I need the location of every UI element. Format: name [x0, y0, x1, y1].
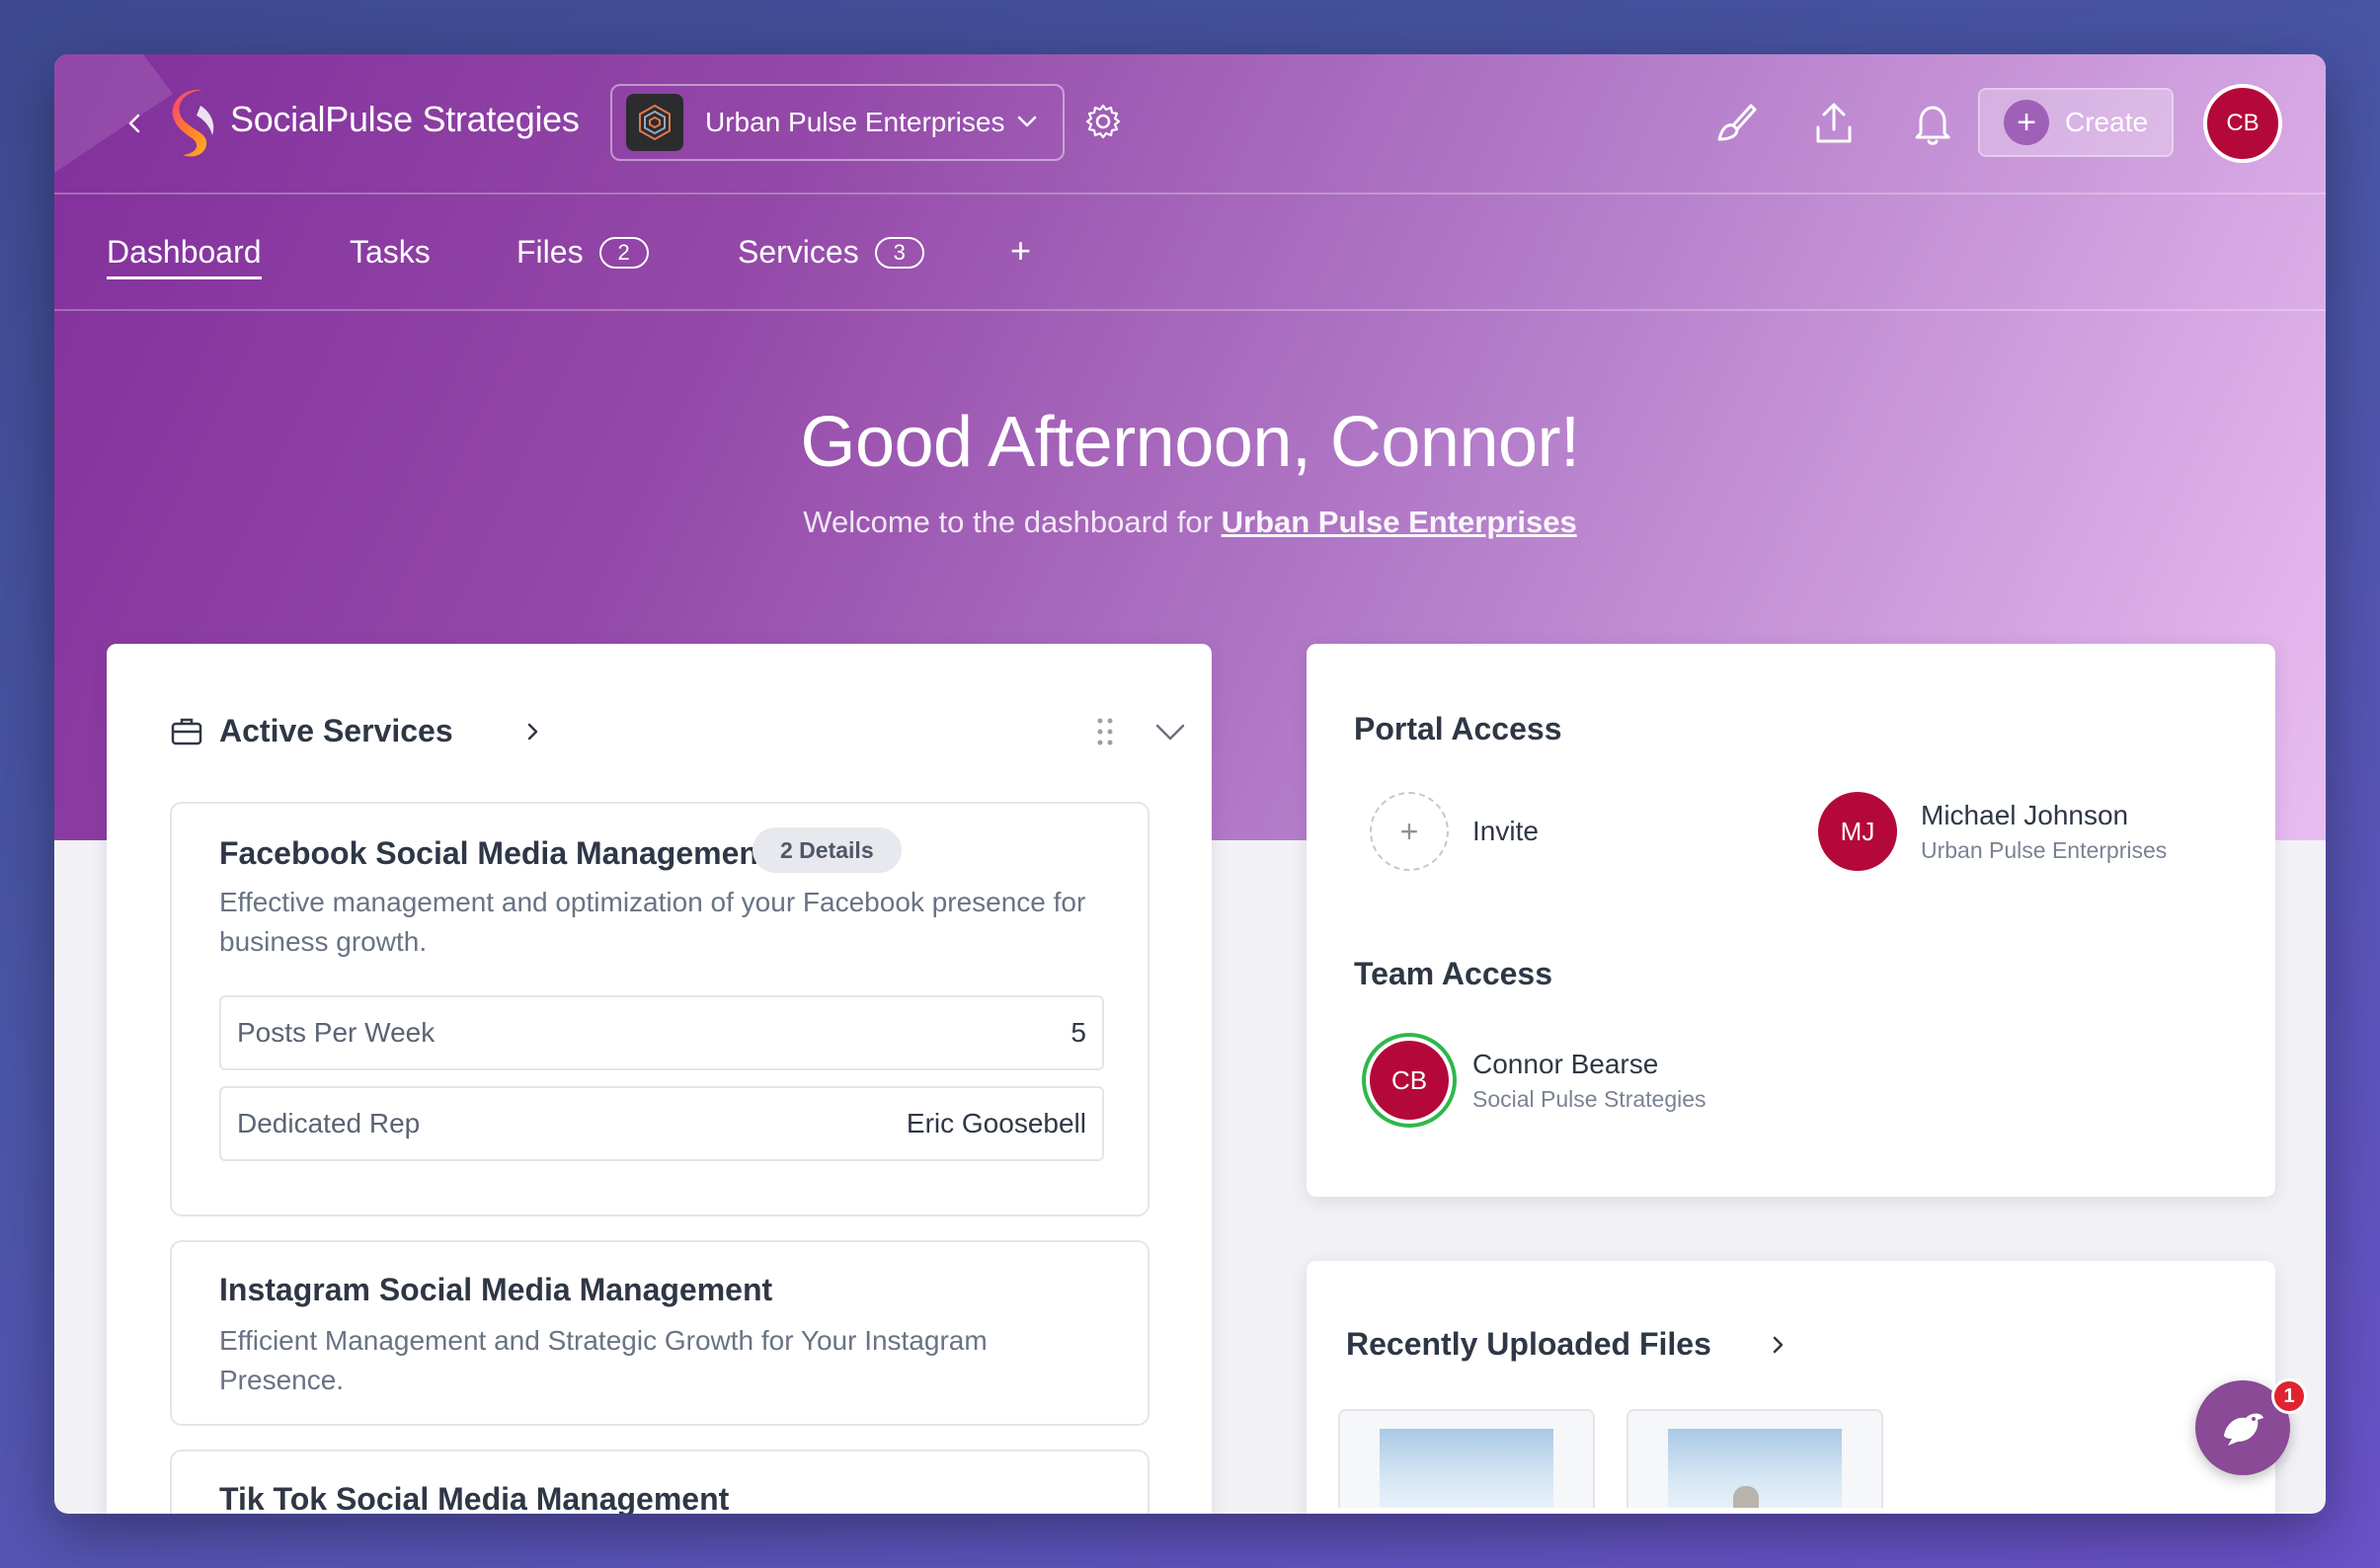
tab-label: Services: [738, 234, 859, 270]
chevron-down-icon: [1017, 116, 1037, 127]
bird-icon: [2224, 1413, 2263, 1446]
count-badge: 2: [598, 236, 649, 269]
service-description: Efficient Management and Strategic Growt…: [219, 1325, 988, 1395]
online-ring: CB: [1362, 1033, 1457, 1128]
paintbrush-icon: [1717, 104, 1757, 141]
detail-label: Dedicated Rep: [237, 1108, 421, 1138]
add-tab-button[interactable]: +: [1010, 230, 1031, 272]
recent-files-card: Recently Uploaded Files: [1307, 1261, 2275, 1514]
app-window: SocialPulse Strategies Urban Pulse Enter…: [54, 54, 2326, 1514]
cloud-sky-image: [1380, 1429, 1553, 1508]
bell-icon: [1915, 106, 1950, 145]
brush-button[interactable]: [1707, 96, 1763, 151]
figure-shape: [1733, 1486, 1759, 1508]
service-description: Effective management and optimization of…: [219, 887, 1086, 957]
chat-badge: 1: [2271, 1378, 2307, 1414]
create-button[interactable]: + Create: [1978, 88, 2174, 157]
upload-button[interactable]: [1806, 96, 1862, 151]
recent-files-title[interactable]: Recently Uploaded Files: [1346, 1326, 1711, 1363]
portal-access-card: Portal Access + Invite MJ Michael Johnso…: [1307, 644, 2275, 1197]
invite-label: Invite: [1472, 816, 1539, 846]
member-name: Connor Bearse: [1472, 1048, 1659, 1079]
gear-icon: [1085, 104, 1121, 139]
portal-access-title: Portal Access: [1354, 711, 1562, 746]
active-services-card: Active Services Facebook Social Media Ma…: [107, 644, 1212, 1514]
plus-icon: +: [1370, 792, 1449, 871]
tab-files[interactable]: Files 2: [516, 234, 649, 271]
tab-label: Tasks: [350, 234, 431, 270]
portal-member[interactable]: MJ Michael Johnson Urban Pulse Enterpris…: [1818, 792, 2167, 871]
briefcase-icon: [171, 718, 202, 745]
plus-icon: +: [2004, 100, 2049, 145]
top-bar: SocialPulse Strategies Urban Pulse Enter…: [54, 54, 2326, 195]
tab-label: Dashboard: [107, 234, 262, 270]
team-access-title: Team Access: [1354, 956, 1553, 991]
chevron-down-icon[interactable]: [1153, 717, 1187, 746]
back-button[interactable]: [114, 102, 157, 145]
file-thumbnail[interactable]: [1626, 1409, 1883, 1508]
service-name: Tik Tok Social Media Management: [219, 1481, 730, 1514]
tab-services[interactable]: Services 3: [738, 234, 924, 271]
service-name: Instagram Social Media Management: [219, 1272, 773, 1307]
user-avatar[interactable]: CB: [2203, 84, 2282, 163]
notifications-button[interactable]: [1905, 96, 1960, 151]
service-card[interactable]: Tik Tok Social Media Management: [170, 1450, 1150, 1514]
avatar: CB: [1370, 1041, 1449, 1120]
brand-name: SocialPulse Strategies: [230, 99, 580, 139]
tab-label: Files: [516, 234, 584, 270]
detail-row: Dedicated Rep Eric Goosebell: [219, 1086, 1104, 1161]
cloud-sky-image: [1668, 1429, 1842, 1508]
active-services-title[interactable]: Active Services: [219, 713, 453, 749]
service-card[interactable]: Instagram Social Media Management Effici…: [170, 1240, 1150, 1426]
greeting-title: Good Afternoon, Connor!: [800, 403, 1580, 482]
member-org: Social Pulse Strategies: [1472, 1085, 1706, 1112]
welcome-text: Welcome to the dashboard for Urban Pulse…: [54, 505, 2326, 540]
create-label: Create: [2065, 107, 2149, 137]
detail-value: Eric Goosebell: [906, 1108, 1086, 1138]
brand-logo: [172, 89, 214, 157]
member-name: Michael Johnson: [1921, 799, 2129, 830]
workspace-link[interactable]: Urban Pulse Enterprises: [1222, 505, 1577, 539]
member-org: Urban Pulse Enterprises: [1921, 836, 2168, 863]
chevron-left-icon: [128, 114, 140, 133]
detail-value: 5: [1071, 1017, 1086, 1048]
invite-button[interactable]: + Invite: [1370, 792, 1539, 871]
detail-row: Posts Per Week 5: [219, 995, 1104, 1070]
main-nav: Dashboard Tasks Files 2 Services 3 +: [54, 195, 2326, 311]
details-pill[interactable]: 2 Details: [753, 827, 902, 873]
tab-dashboard[interactable]: Dashboard: [107, 234, 262, 279]
hexagon-logo-icon: [639, 104, 671, 141]
count-badge: 3: [874, 236, 924, 269]
file-thumbnail[interactable]: [1338, 1409, 1595, 1508]
service-name: Facebook Social Media Management: [219, 835, 769, 871]
workspace-logo: [626, 94, 683, 151]
settings-button[interactable]: [1083, 102, 1123, 146]
tab-tasks[interactable]: Tasks: [350, 234, 431, 271]
chevron-right-icon[interactable]: [521, 721, 543, 743]
workspace-name: Urban Pulse Enterprises: [705, 107, 1005, 137]
avatar: MJ: [1818, 792, 1897, 871]
upload-icon: [1816, 103, 1852, 143]
detail-label: Posts Per Week: [237, 1017, 436, 1048]
welcome-prefix: Welcome to the dashboard for: [803, 505, 1213, 539]
chevron-right-icon[interactable]: [1767, 1334, 1788, 1356]
drag-handle-icon[interactable]: [1094, 715, 1116, 748]
team-member[interactable]: CB Connor Bearse Social Pulse Strategies: [1362, 1033, 1706, 1128]
service-card[interactable]: Facebook Social Media Management 2 Detai…: [170, 802, 1150, 1216]
workspace-selector[interactable]: Urban Pulse Enterprises: [610, 84, 1065, 161]
